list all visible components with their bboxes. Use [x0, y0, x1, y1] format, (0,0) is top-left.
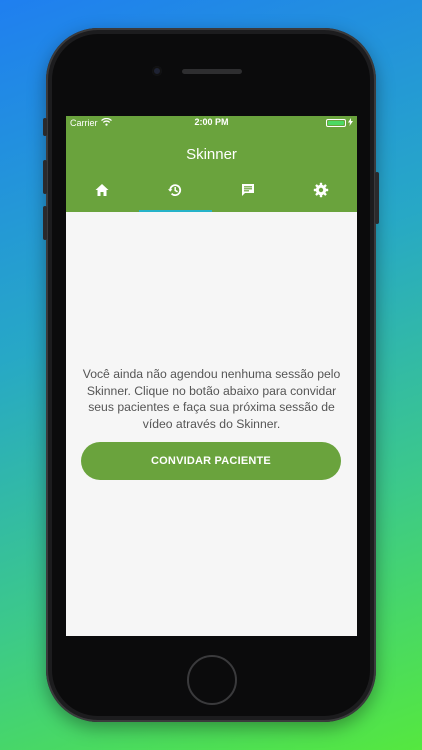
page-title: Skinner [186, 146, 237, 163]
status-time: 2:00 PM [194, 117, 229, 127]
gear-icon [313, 182, 329, 203]
mute-switch [43, 118, 47, 136]
app-bar: Carrier 2:00 PM Skinner [66, 116, 357, 212]
tab-messages[interactable] [212, 172, 285, 212]
power-button [375, 172, 379, 224]
earpiece-speaker [182, 69, 242, 74]
empty-state-message: Você ainda não agendou nenhuma sessão pe… [82, 367, 341, 431]
tab-bar [66, 172, 357, 212]
tab-settings[interactable] [284, 172, 357, 212]
app-screen: Carrier 2:00 PM Skinner Você ainda não a… [66, 116, 357, 636]
main-content: Você ainda não agendou nenhuma sessão pe… [66, 212, 357, 636]
tab-history[interactable] [138, 172, 212, 212]
battery-icon [326, 119, 346, 127]
home-button[interactable] [187, 655, 237, 705]
front-camera [152, 66, 162, 76]
home-icon [94, 182, 110, 203]
volume-down-button [43, 206, 47, 240]
chat-icon [240, 182, 256, 203]
invite-patient-button[interactable]: CONVIDAR PACIENTE [81, 442, 341, 480]
history-icon [167, 182, 183, 203]
status-bar: Carrier 2:00 PM [66, 116, 357, 130]
volume-up-button [43, 160, 47, 194]
tab-home[interactable] [66, 172, 139, 212]
